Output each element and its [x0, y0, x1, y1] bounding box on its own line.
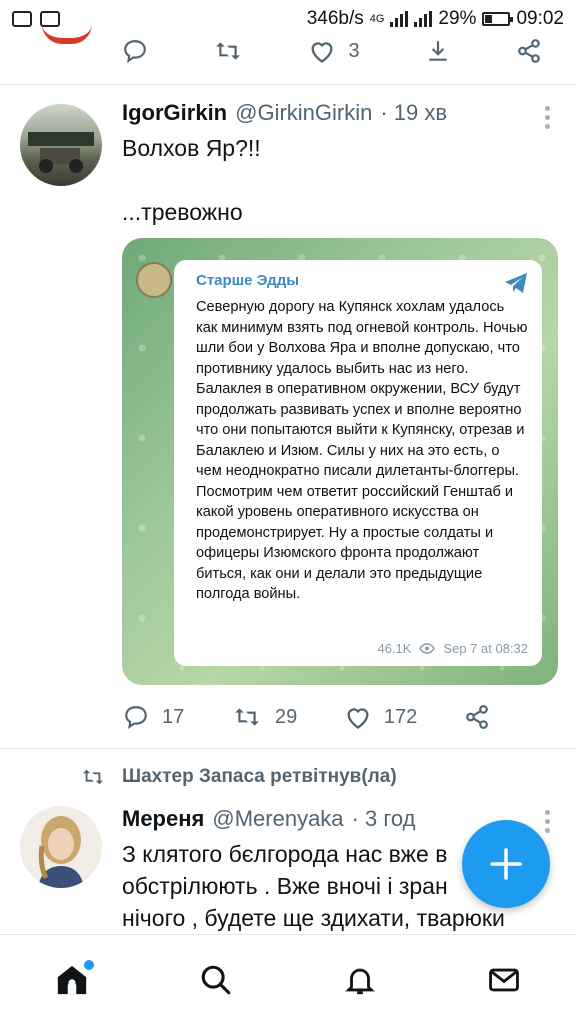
- nav-search[interactable]: [186, 950, 246, 1010]
- user-handle[interactable]: @Merenyaka: [212, 806, 343, 832]
- battery-percent: 29%: [438, 8, 477, 29]
- network-speed: 346b/s: [306, 8, 364, 29]
- signal-2-icon: [414, 11, 433, 27]
- avatar-image: [28, 132, 94, 173]
- user-avatar[interactable]: [20, 806, 102, 888]
- retweet-icon: [82, 769, 104, 785]
- reply-count: 17: [162, 705, 185, 728]
- like-button[interactable]: 3: [308, 38, 360, 64]
- nav-messages[interactable]: [474, 950, 534, 1010]
- search-icon: [201, 965, 231, 994]
- message-notification-icon: [12, 11, 32, 27]
- retweet-button[interactable]: 29: [231, 704, 297, 730]
- telegram-channel-name: Старше Эдды: [196, 272, 300, 289]
- battery-icon: [482, 12, 514, 26]
- network-type: 4G: [369, 13, 385, 25]
- reply-button[interactable]: [122, 38, 148, 64]
- nav-home[interactable]: [42, 950, 102, 1010]
- nav-notifications[interactable]: [330, 950, 390, 1010]
- tweet-text: Волхов Яр?!! ...тревожно: [122, 135, 261, 225]
- plus-icon: [490, 848, 522, 880]
- download-icon: [429, 41, 447, 61]
- like-button[interactable]: 172: [344, 704, 417, 730]
- telegram-message: Старше Эдды Северную дорогу на Купянск х…: [174, 260, 542, 666]
- retweet-icon: [235, 708, 259, 726]
- mail-icon: [489, 968, 519, 991]
- heart-icon: [347, 708, 369, 729]
- tweet-time: · 19 хв: [380, 100, 448, 125]
- like-count: 3: [348, 39, 360, 62]
- telegram-views: 46.1K: [377, 641, 412, 656]
- more-options-button[interactable]: [544, 106, 550, 129]
- download-button[interactable]: [425, 38, 451, 64]
- bottom-navigation: [0, 934, 576, 1024]
- telegram-meta: 46.1K Sep 7 at 08:32: [377, 641, 528, 656]
- user-avatar[interactable]: [20, 104, 102, 186]
- tweet-header: Мереня @Merenyaka · 3 год: [122, 806, 415, 832]
- signal-icon: [390, 11, 409, 27]
- display-name[interactable]: IgorGirkin: [122, 100, 227, 126]
- share-button[interactable]: [516, 38, 542, 64]
- display-name[interactable]: Мереня: [122, 806, 204, 832]
- divider: [0, 748, 576, 749]
- retweeted-by[interactable]: Шахтер Запаса ретвітнув(ла): [80, 766, 397, 788]
- like-count: 172: [383, 705, 418, 728]
- share-button[interactable]: [464, 704, 490, 730]
- more-options-button[interactable]: [544, 810, 550, 833]
- share-icon: [466, 705, 488, 729]
- retweet-icon: [216, 42, 241, 60]
- telegram-date: Sep 7 at 08:32: [443, 641, 528, 656]
- notification-dot: [84, 959, 94, 970]
- retweet-button[interactable]: [213, 38, 243, 64]
- telegram-message-body: Северную дорогу на Купянск хохлам удалос…: [196, 299, 528, 602]
- avatar-image: [38, 816, 84, 888]
- divider: [0, 84, 576, 85]
- prev-tweet-actions: 3: [122, 38, 542, 64]
- tweet-header: IgorGirkin @GirkinGirkin · 19 хв: [122, 100, 447, 126]
- reply-button[interactable]: 17: [122, 704, 184, 730]
- compose-tweet-button[interactable]: [462, 820, 550, 908]
- retweet-count: 29: [274, 705, 298, 728]
- share-icon: [518, 39, 540, 63]
- bell-icon: [345, 968, 375, 994]
- telegram-icon: [505, 273, 527, 293]
- heart-icon: [311, 42, 333, 63]
- previous-avatar: [42, 24, 92, 44]
- reply-icon: [125, 706, 147, 730]
- eye-icon: [419, 643, 436, 654]
- tweet-time: · 3 год: [351, 806, 416, 831]
- clock: 09:02: [516, 8, 564, 29]
- tweet-actions: 17 29 172: [122, 704, 490, 730]
- channel-avatar: [136, 262, 172, 298]
- retweeted-by-label: Шахтер Запаса ретвітнув(ла): [122, 766, 397, 787]
- user-handle[interactable]: @GirkinGirkin: [235, 100, 372, 126]
- reply-icon: [124, 40, 146, 64]
- tweet-media[interactable]: Старше Эдды Северную дорогу на Купянск х…: [122, 238, 558, 685]
